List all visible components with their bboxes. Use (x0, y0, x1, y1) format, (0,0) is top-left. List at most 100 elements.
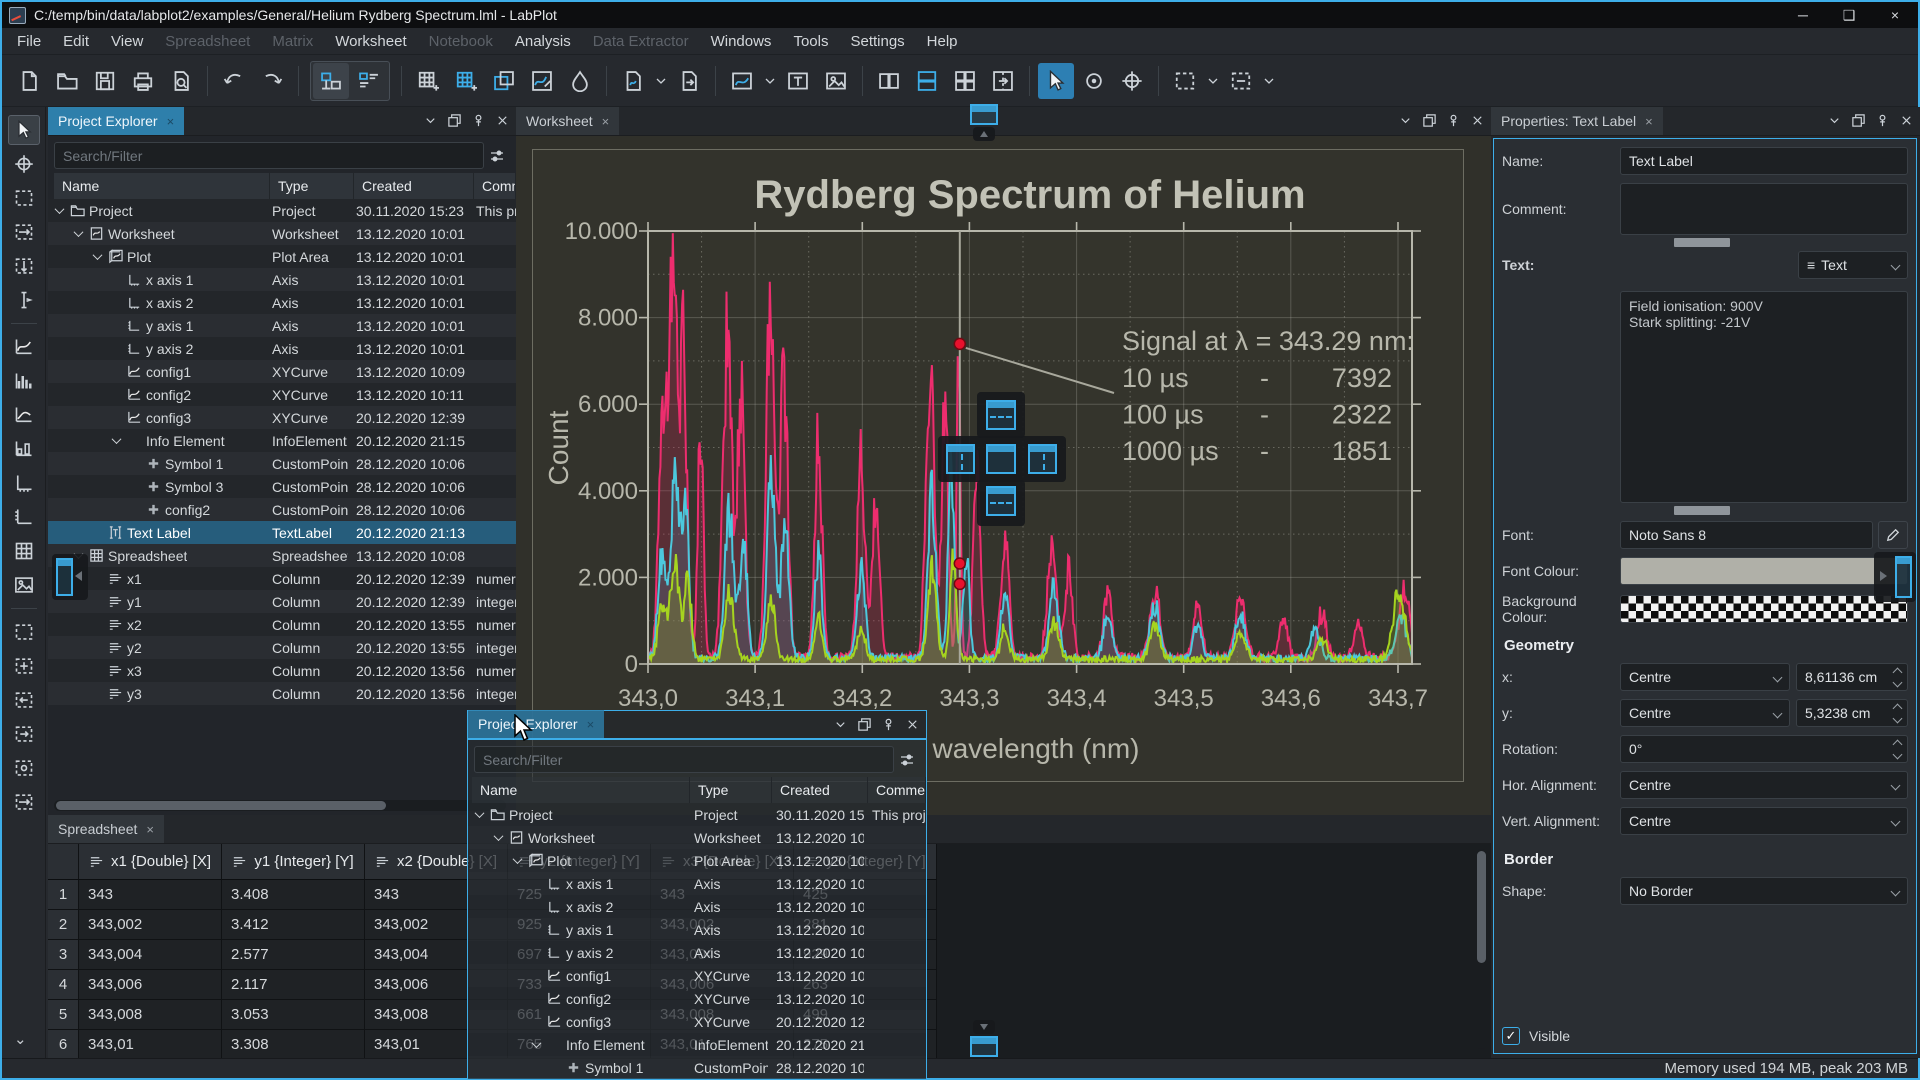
navigate-mode-button[interactable] (1038, 63, 1074, 99)
sheet-cell[interactable]: 3.053 (222, 1000, 365, 1030)
add-boxplot-tool-icon[interactable] (8, 434, 40, 464)
tree-row-plot[interactable]: PlotPlot Area13.12.2020 10:01 (48, 245, 516, 268)
tree-row-x2[interactable]: x2Column20.12.2020 13:55numerical (48, 613, 516, 636)
dock-menu-caret-icon[interactable] (833, 717, 848, 737)
shift-right-tool-icon[interactable] (8, 719, 40, 749)
sheet-cell[interactable]: 343 (79, 880, 222, 910)
export-button[interactable] (671, 63, 707, 99)
x-value-spinbox[interactable]: 8,61136 cm (1796, 663, 1908, 691)
sheet-cell[interactable]: 343,004 (79, 940, 222, 970)
column-header-type[interactable]: Type (690, 777, 772, 803)
y-anchor-select[interactable]: Centre (1620, 699, 1790, 727)
layout-break-button[interactable] (985, 63, 1021, 99)
sheet-column-header[interactable]: y1 {Integer} [Y] (222, 844, 365, 880)
add-xy-curve-tool-icon[interactable] (8, 332, 40, 362)
zoom-x-select-tool-icon[interactable] (8, 217, 40, 247)
print-preview-button[interactable] (163, 63, 199, 99)
add-text-label-button[interactable] (780, 63, 816, 99)
menu-file[interactable]: File (6, 28, 52, 55)
print-button[interactable] (125, 63, 161, 99)
menu-windows[interactable]: Windows (700, 28, 783, 55)
sheet-cell[interactable]: 3.408 (222, 880, 365, 910)
tree-row-x1[interactable]: x1Column20.12.2020 12:39numerical (48, 567, 516, 590)
dock-edge-left-indicator-icon[interactable] (56, 558, 73, 596)
column-header-created[interactable]: Created (772, 777, 868, 803)
dock-edge-bottom-indicator-icon[interactable] (970, 1036, 998, 1057)
new-spreadsheet-button[interactable] (410, 63, 446, 99)
spreadsheet-vscrollbar[interactable] (1476, 849, 1487, 1049)
dock-left-indicator-icon[interactable] (946, 444, 975, 474)
add-legend-tool-icon[interactable] (8, 536, 40, 566)
explorer-hscrollbar[interactable] (54, 800, 506, 811)
color-maps-button[interactable] (562, 63, 598, 99)
name-field[interactable]: Text Label (1620, 147, 1908, 175)
tree-row-x3[interactable]: x3Column20.12.2020 13:56numerical (48, 659, 516, 682)
list-windows-button[interactable] (351, 63, 387, 99)
sheet-cell[interactable]: 3.412 (222, 910, 365, 940)
zoom-in-region-tool-icon[interactable] (8, 617, 40, 647)
dock-menu-caret-icon[interactable] (423, 113, 438, 133)
new-plot-button[interactable] (724, 63, 760, 99)
menu-edit[interactable]: Edit (52, 28, 100, 55)
close-dock-icon[interactable] (905, 717, 920, 737)
filter-options-icon[interactable] (484, 142, 510, 169)
new-matrix-button[interactable] (448, 63, 484, 99)
dock-center-indicator-icon[interactable] (986, 444, 1016, 474)
column-header-commen[interactable]: Commen (474, 173, 516, 199)
explorer-column-headers[interactable]: NameTypeCreatedCommen (54, 173, 516, 199)
minimize-button[interactable]: ─ (1780, 2, 1826, 28)
sheet-cell[interactable]: 343,002 (79, 910, 222, 940)
tree-row-config3[interactable]: config3XYCurve20.12.2020 12:39 (48, 406, 516, 429)
zoom-select-caret[interactable] (1205, 63, 1221, 99)
dock-menu-caret-icon[interactable] (1827, 113, 1842, 133)
plot-menu-caret[interactable] (762, 63, 778, 99)
row-number[interactable]: 2 (48, 910, 79, 940)
close-dock-icon[interactable] (1899, 113, 1914, 133)
tile-windows-button[interactable] (313, 63, 349, 99)
worksheet-menu-caret[interactable] (653, 63, 669, 99)
tree-row-y-axis-1[interactable]: y axis 1Axis13.12.2020 10:01 (48, 314, 516, 337)
open-project-button[interactable] (49, 63, 85, 99)
layout-grid-button[interactable] (947, 63, 983, 99)
tree-row-worksheet[interactable]: WorksheetWorksheet13.12.2020 10:01 (468, 826, 926, 849)
crosshair-tool-icon[interactable] (8, 149, 40, 179)
dock-menu-caret-icon[interactable] (1398, 113, 1413, 133)
expander-chevron-icon[interactable] (55, 204, 65, 214)
tree-row-project[interactable]: ProjectProject30.11.2020 15:23This proje (48, 199, 516, 222)
search-input[interactable]: Search/Filter (474, 746, 894, 773)
expander-chevron-icon[interactable] (112, 434, 122, 444)
layout-horizontal-button[interactable] (871, 63, 907, 99)
tab-properties-text-label[interactable]: Properties: Text Label× (1491, 107, 1663, 135)
close-dock-icon[interactable] (495, 113, 510, 133)
pin-dock-icon[interactable] (1446, 113, 1461, 133)
zoom-mode-button[interactable] (1076, 63, 1112, 99)
pin-dock-icon[interactable] (1875, 113, 1890, 133)
new-project-button[interactable] (11, 63, 47, 99)
vert-alignment-select[interactable]: Centre (1620, 807, 1908, 835)
add-axis-tool-icon[interactable] (8, 468, 40, 498)
menu-help[interactable]: Help (916, 28, 969, 55)
font-edit-pencil-button[interactable] (1878, 521, 1908, 549)
font-field[interactable]: Noto Sans 8 (1620, 521, 1873, 549)
column-header-commen[interactable]: Commen (868, 777, 926, 803)
column-header-name[interactable]: Name (54, 173, 270, 199)
scale-auto-tool-icon[interactable] (8, 753, 40, 783)
more-tools-chevron-icon[interactable]: ⌄ (14, 1030, 27, 1048)
hor-alignment-select[interactable]: Centre (1620, 771, 1908, 799)
tree-row-project[interactable]: ProjectProject30.11.2020 15:23This proje (468, 803, 926, 826)
tree-row-y-axis-2[interactable]: y axis 2Axis13.12.2020 10:01 (468, 941, 926, 964)
sheet-cell[interactable]: 343,008 (79, 1000, 222, 1030)
tree-row-config2[interactable]: config2XYCurve13.12.2020 10:11 (48, 383, 516, 406)
new-datapicker-button[interactable] (524, 63, 560, 99)
tree-row-x-axis-2[interactable]: x axis 2Axis13.12.2020 10:01 (468, 895, 926, 918)
float-dock-icon[interactable] (447, 113, 462, 133)
tree-row-y-axis-1[interactable]: y axis 1Axis13.12.2020 10:01 (468, 918, 926, 941)
pin-dock-icon[interactable] (881, 717, 896, 737)
sheet-cell[interactable]: 343,006 (79, 970, 222, 1000)
redo-button[interactable] (254, 63, 290, 99)
shift-select-caret[interactable] (1261, 63, 1277, 99)
tree-row-config2[interactable]: config2XYCurve13.12.2020 10:11 (468, 987, 926, 1010)
row-number[interactable]: 6 (48, 1030, 79, 1060)
layout-vertical-button[interactable] (909, 63, 945, 99)
menu-analysis[interactable]: Analysis (504, 28, 582, 55)
